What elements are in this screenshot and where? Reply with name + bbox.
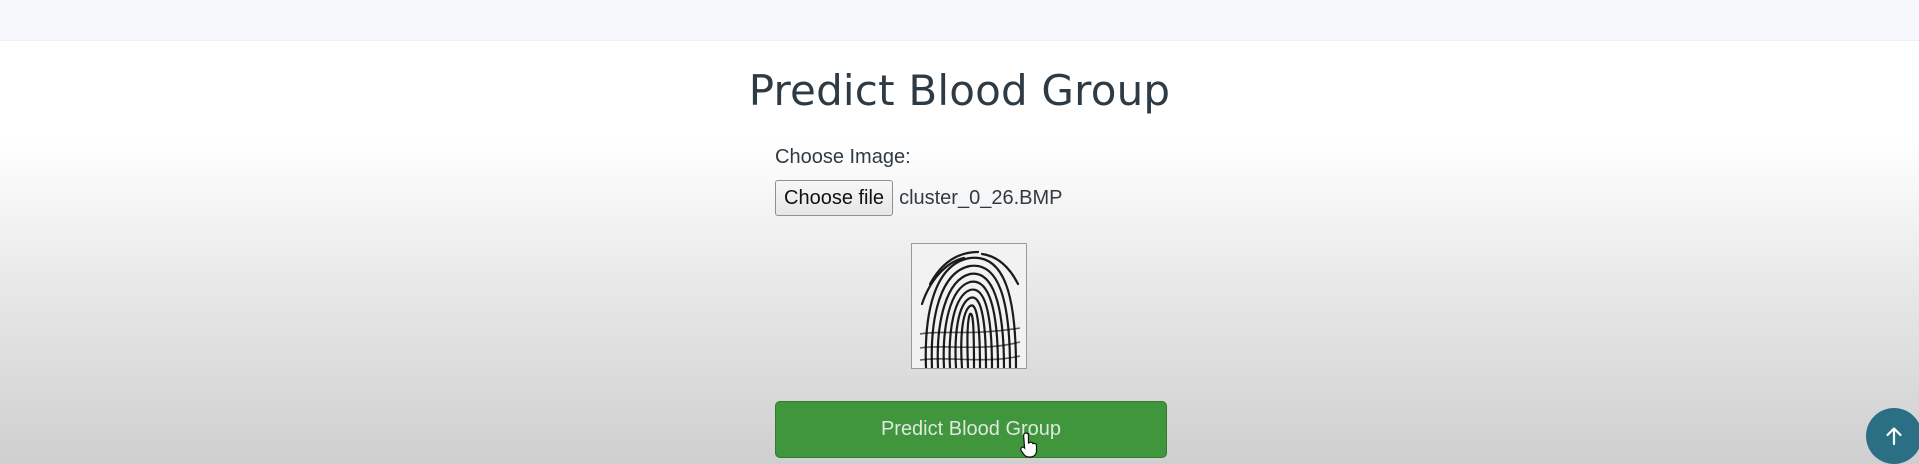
fingerprint-preview-image bbox=[911, 243, 1027, 369]
top-navbar bbox=[0, 0, 1919, 41]
choose-file-button[interactable]: Choose file bbox=[775, 180, 894, 216]
hand-pointer-icon bbox=[1020, 432, 1038, 458]
predict-blood-group-button[interactable]: Predict Blood Group bbox=[775, 401, 1167, 458]
arrow-up-icon bbox=[1886, 427, 1902, 446]
scroll-to-top-button[interactable] bbox=[1866, 408, 1919, 464]
page-title: Predict Blood Group bbox=[748, 66, 1171, 115]
file-input[interactable]: Choose file cluster_0_26.BMP bbox=[775, 179, 1062, 217]
selected-file-name: cluster_0_26.BMP bbox=[899, 186, 1063, 209]
fingerprint-icon bbox=[912, 244, 1026, 368]
choose-image-label: Choose Image: bbox=[775, 146, 911, 168]
